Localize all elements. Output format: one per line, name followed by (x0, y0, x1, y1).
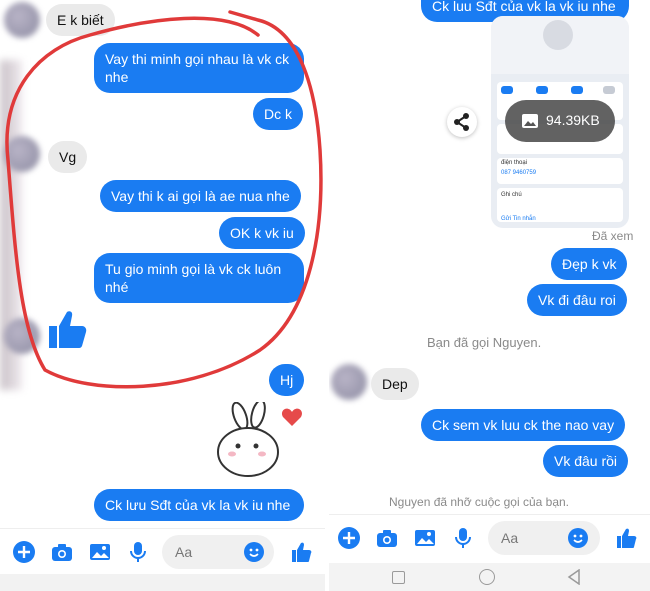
left-chat-panel: E k biết Vay thi minh gọi nhau là vk ck … (0, 0, 325, 591)
image-size-text: 94.39KB (546, 112, 600, 128)
message-input-placeholder: Aa (501, 530, 519, 546)
emoji-icon[interactable] (244, 542, 264, 562)
outgoing-message: Vk đâu rồi (543, 445, 629, 477)
call-notice: Bạn đã gọi Nguyen. (427, 335, 542, 350)
home-icon[interactable] (479, 569, 495, 585)
missed-call-notice: Nguyen đã nhỡ cuộc gọi của bạn. (389, 495, 569, 509)
contact-phone-label: điện thoại (501, 160, 528, 166)
share-icon (454, 113, 469, 131)
outgoing-message: Vk đi đâu roi (527, 284, 627, 316)
plus-icon[interactable] (338, 527, 360, 549)
bottom-strip (0, 574, 325, 591)
emoji-icon[interactable] (568, 528, 588, 548)
back-icon[interactable] (567, 569, 581, 585)
outgoing-message: Ck sem vk luu ck the nao vay (421, 409, 626, 441)
contact-avatar (331, 364, 367, 400)
share-button[interactable] (447, 107, 477, 137)
bunny-sticker-icon (217, 402, 303, 477)
incoming-message: Dep (371, 368, 419, 400)
android-nav-bar (329, 563, 650, 591)
right-chat-panel: Ck luu Sđt của vk la vk iu nhe điện thoạ… (329, 0, 650, 591)
message-input-placeholder: Aa (175, 544, 193, 560)
camera-icon[interactable] (376, 527, 398, 549)
outgoing-message: Đẹp k vk (551, 248, 628, 280)
image-icon (522, 114, 538, 128)
camera-icon[interactable] (51, 541, 73, 563)
like-icon[interactable] (290, 541, 312, 563)
red-annotation-circle (5, 10, 323, 389)
like-icon[interactable] (615, 527, 637, 549)
plus-icon[interactable] (13, 541, 35, 563)
contact-send-message: Gửi Tin nhắn (501, 216, 536, 222)
recent-apps-icon[interactable] (392, 571, 405, 584)
message-input[interactable]: Aa (162, 535, 274, 569)
contact-note-label: Ghi chú (501, 192, 522, 198)
contact-phone-value: 087 9460759 (501, 170, 537, 176)
image-icon[interactable] (89, 541, 111, 563)
message-input[interactable]: Aa (488, 521, 600, 555)
seen-status: Đã xem (592, 229, 634, 243)
message-toolbar: Aa (0, 528, 325, 575)
image-icon[interactable] (414, 527, 436, 549)
microphone-icon[interactable] (452, 527, 474, 549)
message-toolbar: Aa (329, 514, 650, 561)
outgoing-message: Ck lưu Sđt của vk la vk iu nhe (94, 489, 304, 521)
microphone-icon[interactable] (127, 541, 149, 563)
image-size-badge: 94.39KB (505, 100, 615, 142)
